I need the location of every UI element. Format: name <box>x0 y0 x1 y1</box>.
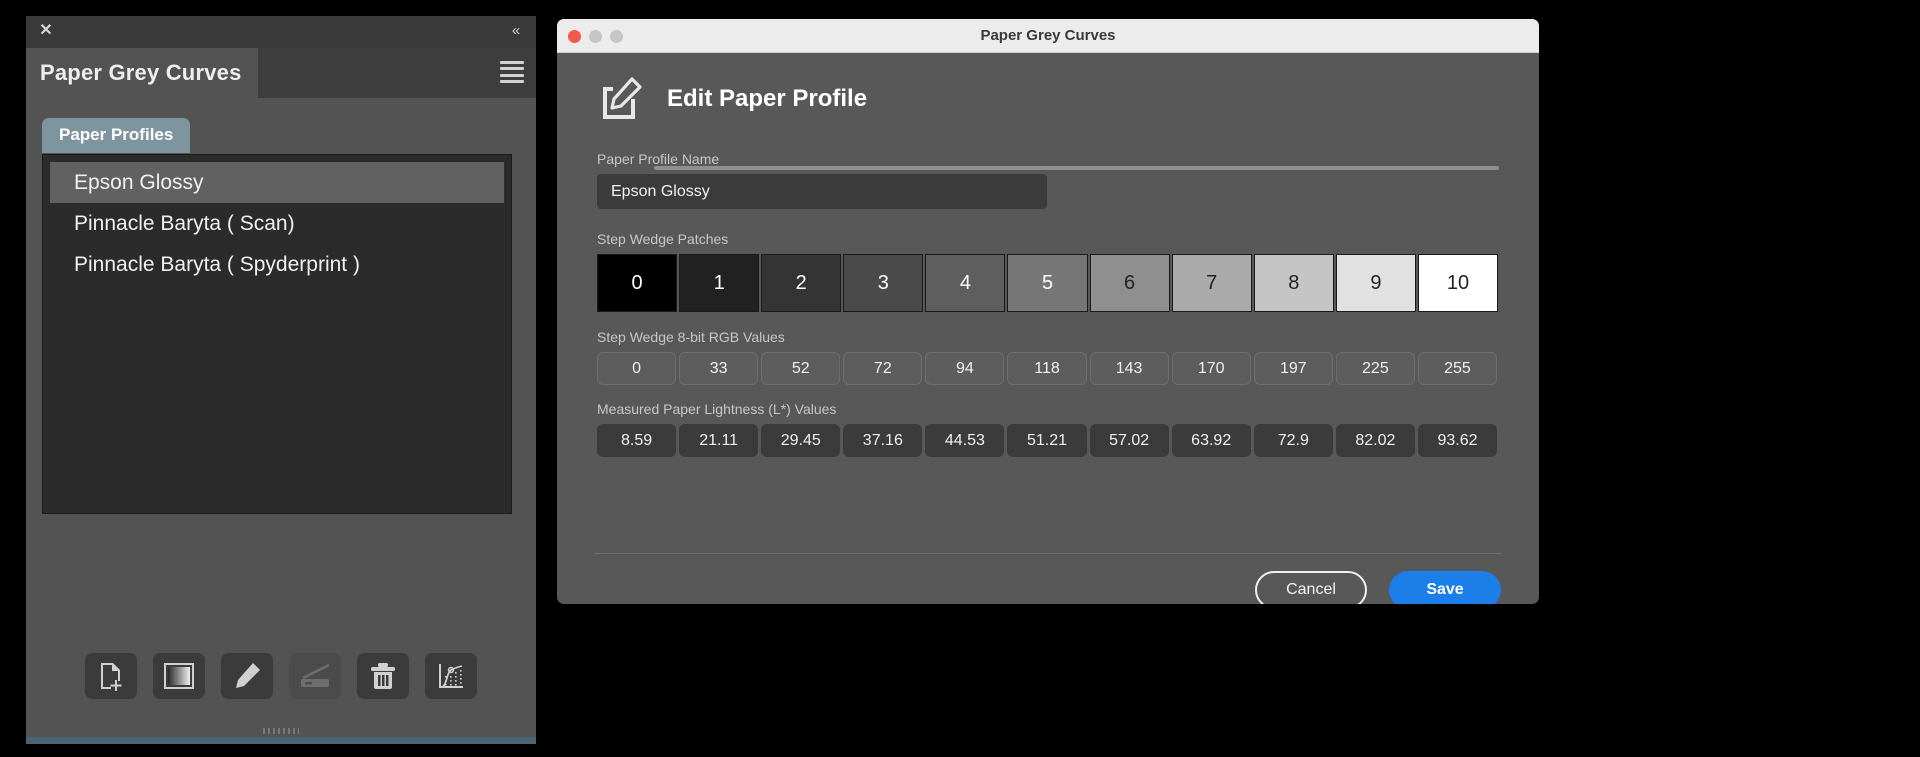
step-wedge-button[interactable] <box>153 653 205 699</box>
traffic-lights <box>568 30 623 43</box>
step-wedge-rgb-value[interactable]: 52 <box>761 352 841 385</box>
step-wedge-patch[interactable]: 5 <box>1007 254 1088 312</box>
step-wedge-patch[interactable]: 3 <box>843 254 924 312</box>
profile-list[interactable]: Epson Glossy Pinnacle Baryta ( Scan) Pin… <box>42 154 512 514</box>
step-wedge-patch[interactable]: 7 <box>1171 254 1252 312</box>
paper-grey-curves-panel: ✕ « Paper Grey Curves Paper Profiles Eps… <box>26 16 536 743</box>
close-window-icon[interactable] <box>568 30 581 43</box>
paper-profile-name-input[interactable]: Epson Glossy <box>597 174 1047 209</box>
step-wedge-rgb-label: Step Wedge 8-bit RGB Values <box>597 329 785 345</box>
measured-lightness-value[interactable]: 51.21 <box>1007 424 1087 457</box>
footer-divider <box>595 553 1501 554</box>
measured-lightness-label: Measured Paper Lightness (L*) Values <box>597 401 837 417</box>
paper-profile-name-section: Paper Profile Name Epson Glossy <box>597 151 1499 209</box>
step-wedge-rgb-value[interactable]: 170 <box>1171 352 1251 385</box>
step-wedge-rgb-value[interactable]: 225 <box>1335 352 1415 385</box>
step-wedge-patch[interactable]: 8 <box>1253 254 1334 312</box>
list-item[interactable]: Epson Glossy <box>50 162 504 203</box>
paper-profile-name-label: Paper Profile Name <box>597 151 720 167</box>
measured-lightness-value[interactable]: 44.53 <box>925 424 1005 457</box>
close-icon[interactable]: ✕ <box>36 21 56 41</box>
edit-pencil-icon <box>236 663 260 688</box>
measured-lightness-row: 8.59 21.11 29.45 37.16 44.53 51.21 57.02 63.92 7… <box>597 424 1499 457</box>
step-wedge-rgb-value[interactable]: 118 <box>1007 352 1087 385</box>
panel-toolbar <box>26 653 536 699</box>
measured-lightness-value[interactable]: 93.62 <box>1417 424 1498 457</box>
list-item-label: Pinnacle Baryta ( Spyderprint ) <box>74 252 360 276</box>
resize-grip-icon[interactable] <box>263 728 299 734</box>
page-title: Edit Paper Profile <box>667 85 868 112</box>
step-wedge-rgb-value[interactable]: 143 <box>1089 352 1169 385</box>
scan-button[interactable] <box>289 653 341 699</box>
edit-profile-button[interactable] <box>221 653 273 699</box>
screen: ✕ « Paper Grey Curves Paper Profiles Eps… <box>0 0 1920 757</box>
list-item-label: Epson Glossy <box>74 170 204 194</box>
step-wedge-rgb-section: Step Wedge 8-bit RGB Values 0 33 52 72 94 118… <box>597 329 1499 385</box>
new-profile-button[interactable] <box>85 653 137 699</box>
panel-body: Paper Profiles Epson Glossy Pinnacle Bar… <box>26 98 536 743</box>
list-item[interactable]: Pinnacle Baryta ( Scan) <box>50 203 504 244</box>
step-wedge-patch[interactable]: 9 <box>1335 254 1416 312</box>
cancel-button[interactable]: Cancel <box>1255 571 1367 604</box>
zoom-window-icon[interactable] <box>610 30 623 43</box>
measured-lightness-value[interactable]: 72.9 <box>1253 424 1333 457</box>
dialog-heading-row: Edit Paper Profile <box>597 53 1499 123</box>
panel-titlebar: ✕ « <box>26 16 536 48</box>
curve-chart-icon <box>439 664 463 688</box>
step-wedge-patch-row: 0 1 2 3 4 5 6 7 8 9 10 <box>597 254 1499 312</box>
delete-profile-button[interactable] <box>357 653 409 699</box>
measured-lightness-value[interactable]: 29.45 <box>761 424 841 457</box>
measured-lightness-value[interactable]: 82.02 <box>1335 424 1415 457</box>
measured-lightness-value[interactable]: 37.16 <box>843 424 923 457</box>
measured-lightness-value[interactable]: 21.11 <box>679 424 759 457</box>
step-wedge-rgb-value[interactable]: 0 <box>597 352 677 385</box>
minimize-window-icon[interactable] <box>589 30 602 43</box>
collapse-left-icon[interactable]: « <box>504 20 526 42</box>
list-item-label: Pinnacle Baryta ( Scan) <box>74 211 295 235</box>
measured-lightness-value[interactable]: 57.02 <box>1089 424 1169 457</box>
new-profile-icon <box>101 663 122 691</box>
panel-bottom-accent-strip <box>26 737 536 744</box>
dialog-titlebar[interactable]: Paper Grey Curves <box>557 19 1539 53</box>
curve-chart-button[interactable] <box>425 653 477 699</box>
step-wedge-rgb-value[interactable]: 94 <box>925 352 1005 385</box>
measured-lightness-value[interactable]: 63.92 <box>1171 424 1251 457</box>
list-item[interactable]: Pinnacle Baryta ( Spyderprint ) <box>50 244 504 285</box>
step-wedge-patches-section: Step Wedge Patches 0 1 2 3 4 5 6 7 8 9 10 <box>597 231 1499 312</box>
panel-title: Paper Grey Curves <box>40 60 242 85</box>
dialog-window-title: Paper Grey Curves <box>980 27 1116 44</box>
step-wedge-patch[interactable]: 10 <box>1417 254 1499 312</box>
step-wedge-rgb-value[interactable]: 197 <box>1253 352 1333 385</box>
dialog-button-bar: Cancel Save <box>1255 571 1501 604</box>
step-wedge-rgb-value[interactable]: 72 <box>843 352 923 385</box>
step-wedge-patches-label: Step Wedge Patches <box>597 231 729 247</box>
edit-paper-profile-dialog: Paper Grey Curves Edit Paper Profile Pap… <box>557 19 1539 604</box>
step-wedge-patch[interactable]: 2 <box>761 254 842 312</box>
step-wedge-patch[interactable]: 4 <box>925 254 1006 312</box>
step-wedge-icon <box>164 663 194 689</box>
step-wedge-patch[interactable]: 0 <box>597 254 678 312</box>
hamburger-menu-icon[interactable] <box>500 61 524 83</box>
edit-document-pencil-icon <box>603 77 642 119</box>
step-wedge-rgb-row: 0 33 52 72 94 118 143 170 197 225 255 <box>597 352 1499 385</box>
tab-paper-profiles-label: Paper Profiles <box>59 125 174 144</box>
measured-lightness-value[interactable]: 8.59 <box>597 424 677 457</box>
save-button[interactable]: Save <box>1389 571 1501 604</box>
step-wedge-patch[interactable]: 6 <box>1089 254 1170 312</box>
scanner-icon <box>301 663 330 687</box>
step-wedge-rgb-value[interactable]: 33 <box>679 352 759 385</box>
dialog-body: Edit Paper Profile Paper Profile Name Ep… <box>557 53 1539 604</box>
step-wedge-patch[interactable]: 1 <box>679 254 760 312</box>
panel-tab-row: Paper Grey Curves <box>26 48 536 98</box>
heading-divider <box>654 166 1499 170</box>
step-wedge-rgb-value[interactable]: 255 <box>1417 352 1498 385</box>
trash-icon <box>371 663 395 689</box>
measured-lightness-section: Measured Paper Lightness (L*) Values 8.5… <box>597 401 1499 457</box>
tab-paper-profiles[interactable]: Paper Profiles <box>42 118 191 153</box>
panel-tab-paper-grey-curves[interactable]: Paper Grey Curves <box>26 48 258 98</box>
